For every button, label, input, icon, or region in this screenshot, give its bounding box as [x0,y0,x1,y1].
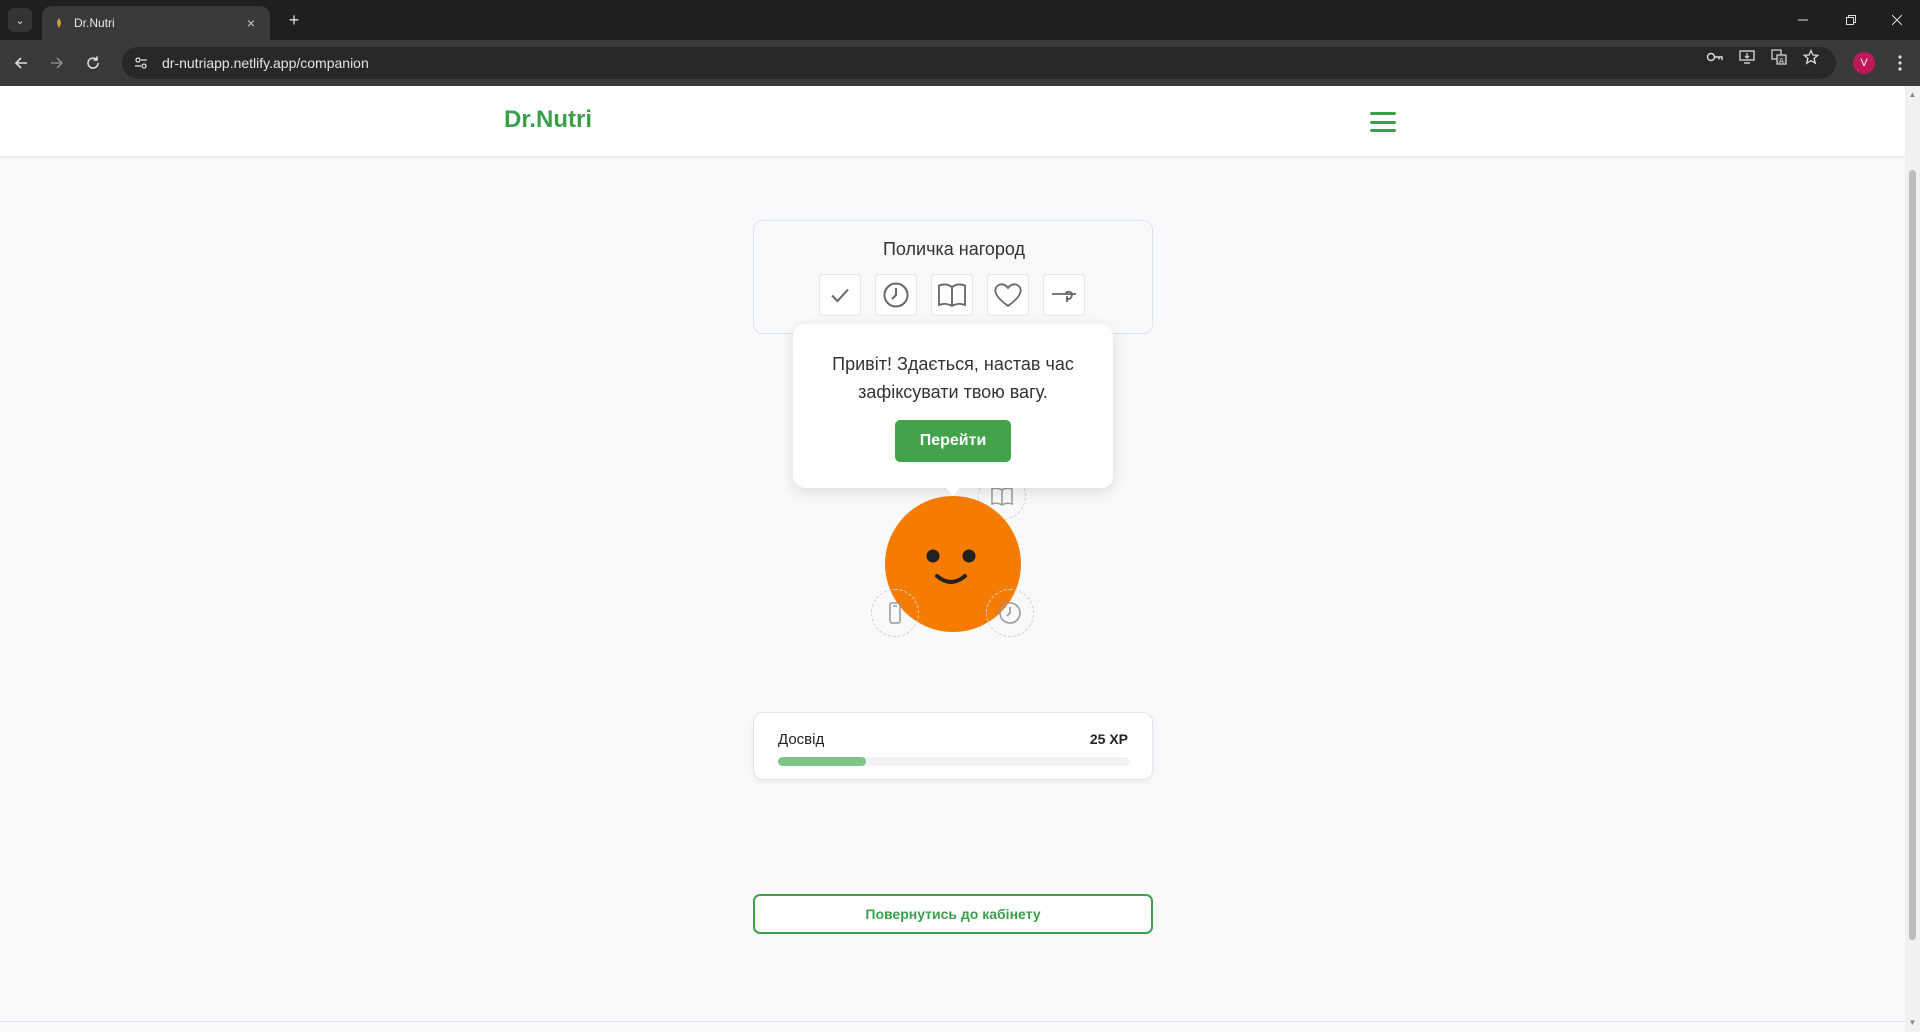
profile-avatar[interactable]: V [1853,52,1875,74]
browser-tab[interactable]: Dr.Nutri × [42,6,270,40]
shelf-title: Поличка нагород [882,239,1026,259]
xp-value: 25 XP [1089,731,1128,747]
phone-icon [889,602,901,624]
xp-progress-fill [778,757,866,766]
browser-menu-icon[interactable] [1890,52,1910,74]
speech-bubble: Привіт! Здається, настав час зафіксувати… [793,324,1113,496]
badge-heart[interactable] [987,274,1029,316]
favicon-icon [52,16,66,30]
xp-progress-track [778,757,1130,766]
xp-label: Досвід [778,731,825,748]
translate-icon[interactable]: A [1770,48,1788,66]
scroll-thumb[interactable] [1909,170,1916,940]
tab-title: Dr.Nutri [74,16,115,30]
badge-scale[interactable] [1043,274,1085,316]
orbit-phone [871,589,919,637]
book-icon [938,283,966,308]
browser-toolbar: dr-nutriapp.netlify.app/companion A V [0,40,1920,86]
site-header: Dr.Nutri [0,86,1905,156]
url-text: dr-nutriapp.netlify.app/companion [162,55,369,71]
badge-clock[interactable] [875,274,917,316]
scale-icon [1052,290,1076,302]
new-tab-button[interactable]: + [282,8,306,32]
tab-search-button[interactable]: ⌄ [8,8,32,32]
footer-divider [0,1021,1905,1022]
checkmark-icon [831,288,849,303]
bubble-message: Привіт! Здається, настав час зафіксувати… [832,354,1074,402]
page-viewport: Dr.Nutri Поличка нагород Привіт! Здаєтьс… [0,86,1905,1032]
hamburger-menu-icon[interactable] [1370,112,1396,132]
page-scrollbar[interactable]: ▲ ▼ [1905,86,1920,1032]
restore-icon[interactable] [1828,0,1874,40]
clock-icon [883,282,909,308]
orbit-clock [986,589,1034,637]
left-eye [926,549,940,563]
scroll-up-icon[interactable]: ▲ [1908,90,1917,99]
back-arrow-icon[interactable] [8,50,34,76]
badge-checkmark[interactable] [819,274,861,316]
clock-icon [999,602,1021,624]
bubble-tail [943,484,963,496]
minimize-icon[interactable] [1780,0,1826,40]
smile [935,574,967,584]
tab-close-icon[interactable]: × [242,15,260,31]
brand-logo[interactable]: Dr.Nutri [504,106,592,134]
go-button[interactable]: Перейти [895,420,1011,462]
back-to-dashboard-button[interactable]: Повернутись до кабінету [753,894,1153,934]
scroll-down-icon[interactable]: ▼ [1908,1018,1917,1027]
site-info-icon[interactable] [128,50,154,76]
xp-card: Досвід 25 XP [753,712,1153,780]
install-app-icon[interactable] [1738,48,1756,66]
badge-book[interactable] [931,274,973,316]
bookmark-star-icon[interactable] [1802,48,1820,66]
right-eye [962,549,976,563]
reload-icon[interactable] [80,50,106,76]
address-bar[interactable]: dr-nutriapp.netlify.app/companion [122,47,1836,79]
svg-text:A: A [1779,57,1784,65]
heart-icon [994,283,1022,308]
close-window-icon[interactable] [1874,0,1920,40]
password-key-icon[interactable] [1706,48,1724,66]
rewards-shelf: Поличка нагород [753,220,1153,334]
forward-arrow-icon[interactable] [44,50,70,76]
browser-tabstrip: ⌄ Dr.Nutri × + [0,0,1920,40]
badge-list [819,274,1085,316]
